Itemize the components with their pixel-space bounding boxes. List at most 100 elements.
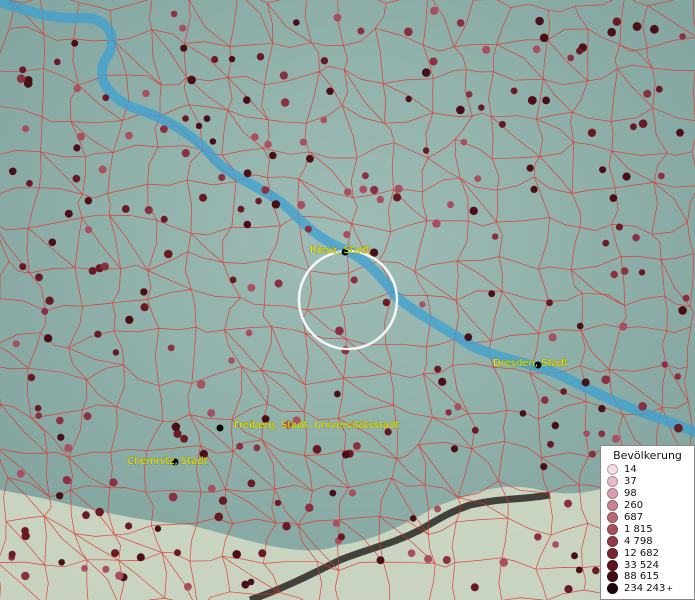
- population-dot[interactable]: [121, 205, 130, 213]
- population-dot[interactable]: [72, 174, 81, 183]
- population-dot[interactable]: [348, 489, 356, 497]
- population-dot[interactable]: [542, 96, 550, 105]
- population-dot[interactable]: [184, 582, 192, 591]
- population-dot[interactable]: [376, 556, 385, 565]
- population-dot[interactable]: [655, 85, 663, 93]
- population-dot[interactable]: [98, 165, 107, 174]
- population-dot[interactable]: [474, 175, 482, 183]
- population-dot[interactable]: [432, 219, 441, 228]
- population-dot[interactable]: [43, 334, 53, 343]
- population-dot[interactable]: [81, 565, 88, 572]
- population-dot[interactable]: [370, 185, 379, 195]
- population-dot[interactable]: [445, 409, 452, 416]
- population-dot[interactable]: [73, 84, 81, 93]
- population-dot[interactable]: [228, 55, 236, 63]
- population-dot[interactable]: [333, 13, 342, 22]
- population-dot[interactable]: [21, 527, 29, 535]
- population-dot[interactable]: [539, 33, 549, 43]
- population-dot[interactable]: [237, 205, 245, 213]
- population-dot[interactable]: [293, 19, 300, 26]
- population-dot[interactable]: [548, 333, 557, 342]
- population-dot[interactable]: [109, 478, 118, 487]
- population-dot[interactable]: [359, 185, 368, 194]
- population-dot[interactable]: [576, 47, 584, 55]
- population-dot[interactable]: [140, 288, 148, 296]
- population-dot[interactable]: [54, 58, 61, 66]
- population-dot[interactable]: [269, 151, 277, 160]
- population-dot[interactable]: [488, 290, 496, 298]
- population-dot[interactable]: [243, 220, 252, 229]
- population-dot[interactable]: [527, 96, 537, 105]
- population-dot[interactable]: [71, 39, 79, 47]
- population-dot[interactable]: [168, 492, 178, 502]
- population-dot[interactable]: [125, 131, 133, 140]
- population-dot[interactable]: [160, 215, 168, 223]
- population-dot[interactable]: [209, 138, 217, 145]
- population-dot[interactable]: [430, 6, 439, 15]
- population-dot[interactable]: [682, 294, 690, 302]
- population-dot[interactable]: [632, 22, 642, 31]
- population-dot[interactable]: [142, 89, 150, 98]
- population-dot[interactable]: [620, 267, 629, 275]
- population-dot[interactable]: [607, 27, 616, 37]
- population-dot[interactable]: [564, 499, 572, 508]
- population-dot[interactable]: [115, 571, 124, 580]
- population-dot[interactable]: [82, 511, 90, 520]
- population-dot[interactable]: [599, 166, 607, 174]
- population-dot[interactable]: [424, 554, 433, 564]
- population-dot[interactable]: [196, 380, 206, 389]
- population-dot[interactable]: [320, 116, 328, 124]
- population-dot[interactable]: [419, 301, 426, 308]
- population-dot[interactable]: [251, 133, 259, 141]
- population-dot[interactable]: [456, 105, 465, 115]
- population-dot[interactable]: [610, 270, 618, 279]
- population-dot[interactable]: [45, 296, 54, 305]
- population-dot[interactable]: [643, 89, 652, 98]
- population-dot[interactable]: [357, 27, 365, 35]
- population-dot[interactable]: [575, 566, 583, 574]
- population-dot[interactable]: [243, 169, 252, 178]
- population-dot[interactable]: [674, 423, 683, 433]
- population-dot[interactable]: [341, 346, 350, 355]
- population-dot[interactable]: [611, 434, 620, 443]
- population-dot[interactable]: [58, 559, 65, 566]
- population-dot[interactable]: [341, 450, 350, 459]
- population-dot[interactable]: [306, 154, 314, 163]
- population-dot[interactable]: [619, 322, 628, 331]
- population-dot[interactable]: [547, 440, 554, 448]
- population-dot[interactable]: [236, 442, 244, 450]
- population-dot[interactable]: [160, 125, 168, 133]
- population-dot[interactable]: [180, 44, 188, 52]
- population-dot[interactable]: [56, 492, 64, 500]
- population-dot[interactable]: [247, 578, 255, 586]
- population-dot[interactable]: [125, 315, 134, 324]
- population-dot[interactable]: [571, 552, 578, 560]
- population-dot[interactable]: [73, 144, 81, 152]
- population-dot[interactable]: [35, 273, 43, 282]
- population-dot[interactable]: [622, 172, 631, 181]
- population-dot[interactable]: [552, 541, 559, 548]
- population-dot[interactable]: [34, 404, 42, 412]
- population-dot[interactable]: [136, 553, 145, 562]
- population-dot[interactable]: [320, 57, 329, 65]
- population-dot[interactable]: [112, 349, 120, 356]
- population-dot[interactable]: [535, 16, 544, 26]
- population-dot[interactable]: [632, 234, 640, 242]
- city-label[interactable]: Chemnitz, Stadt: [127, 456, 208, 467]
- population-dot[interactable]: [271, 200, 281, 209]
- population-dot[interactable]: [16, 469, 25, 478]
- population-dot[interactable]: [64, 209, 73, 218]
- population-dot[interactable]: [228, 357, 235, 364]
- population-dot[interactable]: [407, 549, 416, 557]
- population-dot[interactable]: [335, 326, 344, 336]
- population-dot[interactable]: [434, 505, 442, 513]
- population-dot[interactable]: [464, 333, 473, 342]
- population-dot[interactable]: [256, 53, 265, 61]
- population-dot[interactable]: [421, 68, 431, 77]
- population-dot[interactable]: [95, 507, 104, 517]
- population-dot[interactable]: [601, 375, 611, 385]
- population-dot[interactable]: [343, 230, 351, 239]
- population-dot[interactable]: [19, 66, 27, 74]
- population-dot[interactable]: [471, 426, 479, 434]
- population-dot[interactable]: [203, 115, 211, 122]
